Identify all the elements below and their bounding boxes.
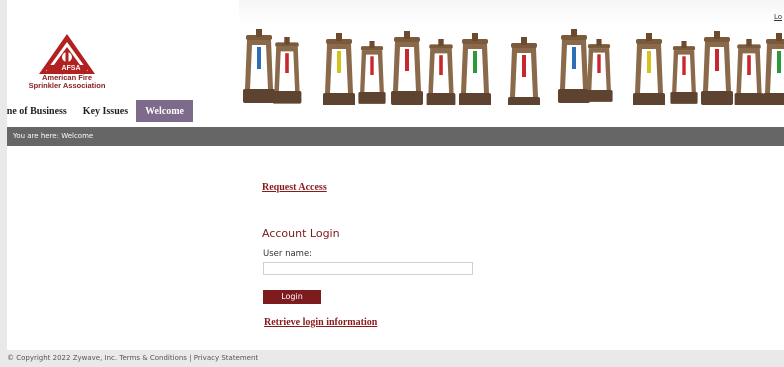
footer: © Copyright 2022 Zywave, Inc. Terms & Co… bbox=[7, 354, 258, 362]
terms-link[interactable]: Terms & Conditions bbox=[119, 354, 187, 362]
nav-item-line-of-business[interactable]: ine of Business bbox=[7, 100, 75, 122]
nav-item-welcome[interactable]: Welcome bbox=[136, 100, 193, 122]
sprinkler-banner-icon bbox=[243, 29, 784, 105]
request-access-link[interactable]: Request Access bbox=[262, 182, 327, 193]
username-label: User name: bbox=[263, 249, 313, 259]
main-nav: ine of Business Key Issues Welcome bbox=[7, 100, 193, 122]
logo-text-line2: Sprinkler Association bbox=[28, 81, 106, 90]
breadcrumb: You are here: Welcome bbox=[7, 127, 784, 146]
nav-item-key-issues[interactable]: Key Issues bbox=[75, 100, 136, 122]
top-login-link[interactable]: Lo bbox=[774, 13, 782, 21]
footer-separator: | bbox=[189, 354, 192, 362]
page: Lo AFSA American Fire Sprinkler Associat… bbox=[7, 0, 784, 350]
account-login-title: Account Login bbox=[262, 227, 340, 240]
nav-item-label: ine of Business bbox=[7, 105, 67, 117]
logo-text: American Fire Sprinkler Association bbox=[12, 74, 122, 90]
username-input[interactable] bbox=[263, 262, 473, 275]
copyright-text: © Copyright 2022 Zywave, Inc. bbox=[7, 354, 118, 362]
logo-badge: AFSA bbox=[61, 65, 81, 72]
nav-item-label: Key Issues bbox=[82, 105, 129, 117]
login-button[interactable]: Login bbox=[263, 290, 321, 304]
retrieve-login-link[interactable]: Retrieve login information bbox=[264, 317, 377, 328]
privacy-link[interactable]: Privacy Statement bbox=[194, 354, 258, 362]
nav-item-label: Welcome bbox=[145, 105, 184, 117]
